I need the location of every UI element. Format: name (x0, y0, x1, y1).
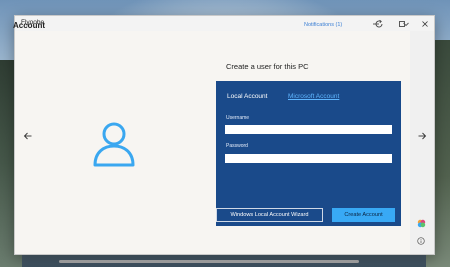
chevron-down-icon[interactable] (402, 20, 410, 28)
account-form-panel: Local Account Microsoft Account Username… (216, 81, 401, 226)
tab-local-account[interactable]: Local Account (227, 93, 267, 100)
close-icon (422, 20, 428, 27)
user-icon (93, 122, 135, 167)
username-field[interactable] (225, 125, 392, 134)
username-label: Username (226, 115, 250, 121)
close-button[interactable] (414, 16, 436, 31)
horizontal-scrollbar[interactable] (59, 260, 359, 263)
password-label: Password (226, 143, 248, 149)
arrow-left-icon[interactable] (23, 131, 33, 141)
info-icon[interactable] (417, 237, 425, 245)
notifications-link[interactable]: Notifications (1) (304, 22, 342, 28)
title-bar[interactable]: Flyoobe (15, 16, 434, 31)
arrow-right-icon[interactable] (417, 131, 427, 141)
page-title: Account (13, 21, 45, 30)
refresh-icon[interactable] (374, 19, 384, 29)
local-account-wizard-button[interactable]: Windows Local Account Wizard (216, 208, 323, 222)
form-heading: Create a user for this PC (226, 62, 309, 71)
copilot-icon[interactable] (417, 219, 426, 228)
tab-microsoft-account[interactable]: Microsoft Account (288, 93, 339, 100)
create-account-button[interactable]: Create Account (332, 208, 395, 222)
password-field[interactable] (225, 154, 392, 163)
